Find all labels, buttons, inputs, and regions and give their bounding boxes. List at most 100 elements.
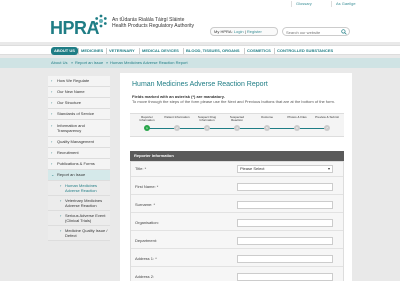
sidebar-item-label: How We Regulate [57, 78, 90, 83]
sidebar-item-label: Our New Name [57, 89, 85, 94]
step-label: Patient Information [164, 115, 190, 119]
first-name-field[interactable] [237, 183, 333, 191]
chevron-right-icon: › [51, 161, 53, 166]
form-row-surname: Surname: * [131, 198, 343, 213]
breadcrumb-current: Human Medicines Adverse Reaction Report [110, 60, 188, 65]
nav-blood-tissues-organs[interactable]: BLOOD, TISSUES, ORGANS [186, 47, 240, 55]
step-label: Suspected Reaction [229, 115, 245, 122]
title-select[interactable]: Please Select ▾ [237, 165, 333, 173]
sidebar-subitem-human-medicines[interactable]: › Human Medicines Adverse Reaction [48, 181, 110, 196]
breadcrumb-report-an-issue[interactable]: Report an Issue [75, 60, 103, 65]
sidebar-item-standards-of-service[interactable]: › Standards of Service [48, 109, 110, 120]
step-number: 6 [294, 125, 300, 131]
address-2-field[interactable] [237, 273, 333, 281]
sidebar-item-our-new-name[interactable]: › Our New Name [48, 87, 110, 98]
form-progress-steps: Reporter Information 1 Patient Informatio… [130, 113, 344, 137]
step-label: Suspect Drug Information [197, 115, 217, 122]
sidebar-item-recruitment[interactable]: › Recruitment [48, 148, 110, 159]
step-number: 3 [204, 125, 210, 131]
chevron-right-icon: › [51, 78, 53, 83]
chevron-right-icon: › [51, 89, 53, 94]
form-row-department: Department: [131, 234, 343, 249]
nav-divider [106, 48, 107, 54]
nav-medicines[interactable]: MEDICINES [81, 47, 103, 55]
chevron-down-icon: ▾ [327, 166, 330, 171]
nav-veterinary[interactable]: VETERINARY [109, 47, 135, 55]
step-photos-files[interactable]: Photos & Files 6 [284, 116, 310, 131]
sidebar-subitem-serious-adverse-event[interactable]: › Serious Adverse Event (Clinical Trials) [48, 211, 110, 226]
register-link[interactable]: Register [247, 29, 262, 34]
chevron-right-icon: › [51, 150, 53, 155]
sidebar-item-quality-management[interactable]: › Quality Management [48, 137, 110, 148]
login-link[interactable]: Login [234, 29, 244, 34]
nav-divider [139, 48, 140, 54]
logo-wordmark: HPRA [50, 18, 100, 38]
step-label: Reporter Information [139, 115, 155, 122]
step-number: 7 [324, 125, 330, 131]
main-navigation: ABOUT US MEDICINES VETERINARY MEDICAL DE… [0, 45, 400, 55]
field-label: First Name: * [135, 184, 159, 189]
main-content: Human Medicines Adverse Reaction Report … [120, 73, 352, 281]
step-patient-information[interactable]: Patient Information 2 [164, 116, 190, 131]
sidebar-item-label: Quality Management [57, 139, 94, 144]
page-title: Human Medicines Adverse Reaction Report [132, 81, 268, 88]
nav-divider [244, 48, 245, 54]
form-row-address-2: Address 2: [131, 270, 343, 281]
site-header: HPRA An tÚdarás Rialála Táirgí Sláinte H… [0, 8, 400, 42]
breadcrumb-separator: » [106, 60, 109, 65]
my-hpra-divider: | [244, 29, 246, 34]
field-label: Surname: * [135, 202, 156, 207]
org-name: An tÚdarás Rialála Táirgí Sláinte Health… [112, 17, 194, 29]
step-label: Preview & Submit [315, 115, 339, 119]
chevron-right-icon: › [60, 198, 62, 203]
chevron-right-icon: › [51, 139, 53, 144]
sidebar-item-publications-forms[interactable]: › Publications & Forms [48, 159, 110, 170]
step-outcome[interactable]: Outcome 5 [254, 116, 280, 131]
sidebar-subitem-veterinary-medicines[interactable]: › Veterinary Medicines Adverse Reaction [48, 196, 110, 211]
department-field[interactable] [237, 237, 333, 245]
step-suspect-drug-information[interactable]: Suspect Drug Information 3 [194, 116, 220, 131]
sidebar-subitem-label: Veterinary Medicines Adverse Reaction [65, 198, 103, 208]
form-row-organisation: Organisation: [131, 216, 343, 231]
form-row-address-1: Address 1: * [131, 252, 343, 267]
sidebar-item-report-an-issue[interactable]: ⌄ Report an Issue [48, 170, 110, 181]
reporter-information-form: Reporter Information Title: * Please Sel… [130, 151, 344, 281]
org-name-english: Health Products Regulatory Authority [112, 22, 194, 29]
search-icon[interactable] [341, 29, 347, 35]
sidebar-subitem-medicine-quality-issue[interactable]: › Medicine Quality Issue / Defect [48, 226, 110, 241]
field-label: Address 1: * [135, 256, 157, 261]
breadcrumb-about-us[interactable]: About Us [51, 60, 67, 65]
sidebar-item-information-and-transparency[interactable]: › Information and Transparency [48, 120, 110, 137]
ga-gaeilge-link[interactable]: As Gaeilge [331, 1, 360, 7]
nav-about-us[interactable]: ABOUT US [51, 47, 78, 55]
form-row-title: Title: * Please Select ▾ [131, 162, 343, 177]
sidebar-item-how-we-regulate[interactable]: › How We Regulate [48, 76, 110, 87]
step-reporter-information[interactable]: Reporter Information 1 [134, 116, 160, 131]
field-label: Address 2: [135, 274, 155, 279]
sidebar-item-label: Publications & Forms [57, 161, 95, 166]
nav-cosmetics[interactable]: COSMETICS [247, 47, 271, 55]
navigation-note: To move through the steps of the form pl… [132, 99, 336, 104]
step-label: Outcome [260, 115, 274, 119]
hpra-logo[interactable]: HPRA An tÚdarás Rialála Táirgí Sláinte H… [50, 14, 200, 40]
glossary-link[interactable]: Glossary [291, 1, 316, 7]
search-input[interactable] [286, 29, 338, 35]
nav-medical-devices[interactable]: MEDICAL DEVICES [142, 47, 179, 55]
step-preview-submit[interactable]: Preview & Submit 7 [314, 116, 340, 131]
sidebar-item-label: Standards of Service [57, 111, 95, 116]
nav-divider [78, 48, 79, 54]
nav-controlled-substances[interactable]: CONTROLLED SUBSTANCES [277, 47, 333, 55]
surname-field[interactable] [237, 201, 333, 209]
step-suspected-reaction[interactable]: Suspected Reaction 4 [224, 116, 250, 131]
address-1-field[interactable] [237, 255, 333, 263]
sidebar-item-label: Recruitment [57, 150, 79, 155]
sidebar-subitem-label: Human Medicines Adverse Reaction [65, 183, 98, 193]
sidebar-item-our-structure[interactable]: › Our Structure [48, 98, 110, 109]
breadcrumb: About Us » Report an Issue » Human Medic… [0, 58, 400, 68]
chevron-down-icon: ⌄ [51, 172, 55, 177]
chevron-right-icon: › [60, 183, 62, 188]
form-section-header: Reporter Information [130, 151, 344, 161]
organisation-field[interactable] [237, 219, 333, 227]
chevron-right-icon: › [51, 100, 53, 105]
top-utility-bar: Glossary As Gaeilge [0, 0, 400, 8]
